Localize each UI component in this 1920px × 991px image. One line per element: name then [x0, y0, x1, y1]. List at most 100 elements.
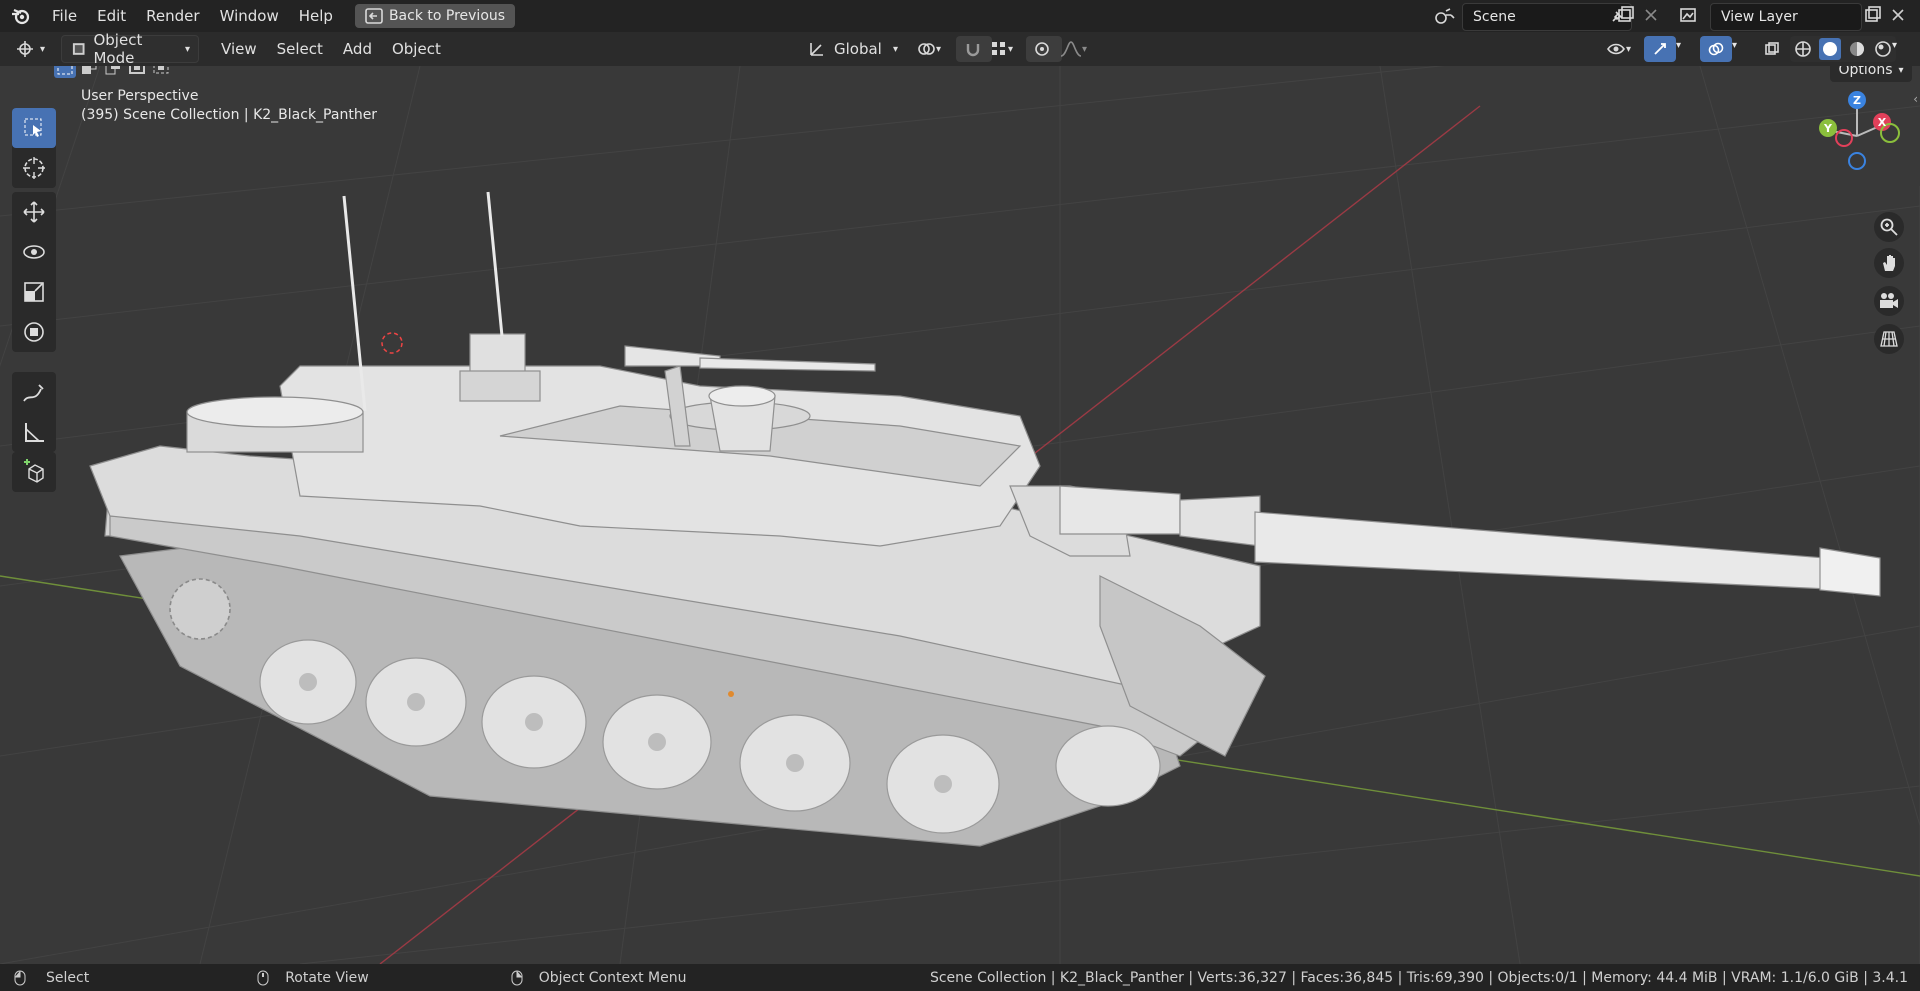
- pivot-point-icon: [918, 43, 935, 55]
- status-rotate-hint: Rotate View: [285, 969, 369, 986]
- menu-help[interactable]: Help: [289, 0, 343, 32]
- menu-view[interactable]: View: [213, 36, 265, 62]
- chevron-down-icon[interactable]: ▾: [1676, 40, 1681, 51]
- transform-orientation-dropdown[interactable]: Global ▾: [800, 36, 906, 62]
- snap-increment-icon: [992, 42, 1005, 55]
- zoom-button[interactable]: [1874, 212, 1904, 242]
- menu-select[interactable]: Select: [269, 36, 331, 62]
- camera-icon: [1880, 293, 1898, 308]
- scale-tool[interactable]: [12, 272, 56, 312]
- snap-target-dropdown[interactable]: ▾: [982, 36, 1021, 62]
- overlays-icon: [1708, 42, 1724, 56]
- grid-perspective-icon: [1880, 331, 1898, 347]
- transform-orientation-label: Global: [834, 40, 882, 58]
- viewport-header: ▾ Object Mode ▾ View Select Add Object G…: [0, 31, 1920, 67]
- delete-view-layer-icon[interactable]: [1890, 7, 1906, 23]
- menu-file[interactable]: File: [42, 0, 87, 32]
- pan-button[interactable]: [1874, 248, 1904, 278]
- chevron-down-icon: ▾: [185, 43, 191, 55]
- new-scene-icon[interactable]: [1617, 6, 1635, 24]
- chevron-down-icon: ▾: [1898, 66, 1904, 76]
- scale-icon: [24, 282, 44, 302]
- editor-type-button[interactable]: ▾: [8, 36, 53, 62]
- select-cursor-icon: [24, 118, 42, 137]
- select-subtract-icon[interactable]: [102, 66, 124, 78]
- pivot-point-dropdown[interactable]: ▾: [908, 36, 949, 62]
- chevron-down-icon: ▾: [936, 43, 942, 55]
- transform-icon: [24, 322, 44, 342]
- object-mode-label: Object Mode: [93, 31, 143, 67]
- material-shading-icon[interactable]: [1847, 39, 1867, 59]
- chevron-down-icon: ▾: [1626, 43, 1632, 55]
- scene-browse-button[interactable]: [1428, 3, 1460, 29]
- gizmo-icon: [1654, 43, 1666, 55]
- tank-model[interactable]: [0, 66, 1920, 964]
- measure-tool[interactable]: [12, 412, 56, 452]
- rotate-tool[interactable]: [12, 232, 56, 272]
- chevron-down-icon: ▾: [1008, 43, 1014, 55]
- wireframe-shading-icon[interactable]: [1793, 39, 1813, 59]
- annotate-tool[interactable]: [12, 372, 56, 412]
- rotate-icon: [23, 245, 45, 259]
- tool-shelf: [12, 108, 56, 188]
- new-view-layer-icon[interactable]: [1864, 6, 1882, 24]
- 3d-cursor-icon: [23, 157, 45, 179]
- mouse-left-icon: [14, 970, 26, 985]
- delete-scene-icon[interactable]: [1643, 7, 1659, 23]
- select-intersect-icon[interactable]: [150, 66, 172, 78]
- chevron-down-icon[interactable]: ▾: [1892, 40, 1897, 51]
- viewport-editor-icon: [17, 41, 33, 57]
- camera-view-button[interactable]: [1874, 286, 1904, 316]
- back-to-previous-label: Back to Previous: [388, 8, 506, 24]
- move-icon: [23, 201, 45, 223]
- select-extend-icon[interactable]: [78, 66, 100, 78]
- back-to-previous-button[interactable]: Back to Previous: [354, 4, 516, 28]
- 3d-viewport[interactable]: User Perspective (395) Scene Collection …: [0, 66, 1920, 964]
- rendered-shading-icon[interactable]: [1873, 39, 1893, 59]
- add-cube-icon: [24, 459, 44, 483]
- back-arrow-icon: [365, 8, 383, 24]
- transform-tools: [12, 192, 56, 352]
- visibility-dropdown[interactable]: ▾: [1598, 36, 1639, 62]
- view-layer-name-field[interactable]: View Layer: [1710, 3, 1862, 31]
- solid-shading-icon[interactable]: [1819, 38, 1841, 60]
- top-menu-bar: File Edit Render Window Help Back to Pre…: [0, 0, 1920, 32]
- menu-window[interactable]: Window: [210, 0, 289, 32]
- overlays-toggle[interactable]: [1700, 36, 1732, 62]
- gizmo-x-label: X: [1878, 116, 1887, 129]
- move-tool[interactable]: [12, 192, 56, 232]
- blender-logo-icon[interactable]: [10, 5, 32, 27]
- zoom-magnifier-icon: [1880, 218, 1898, 236]
- options-label: Options: [1838, 66, 1893, 78]
- chevron-down-icon: ▾: [40, 43, 46, 55]
- menu-edit[interactable]: Edit: [87, 0, 136, 32]
- add-cube-tool[interactable]: [12, 452, 56, 492]
- view-layer-browse-button[interactable]: [1672, 3, 1704, 29]
- menu-object[interactable]: Object: [384, 36, 449, 62]
- menu-render[interactable]: Render: [136, 0, 209, 32]
- transform-tool[interactable]: [12, 312, 56, 352]
- scene-name-field[interactable]: Scene: [1462, 3, 1632, 31]
- menu-add[interactable]: Add: [335, 36, 380, 62]
- status-context-hint: Object Context Menu: [538, 969, 687, 986]
- annotate-pencil-icon: [23, 384, 44, 402]
- sidebar-toggle-icon[interactable]: ‹: [1913, 92, 1918, 106]
- select-new-icon[interactable]: [54, 66, 76, 78]
- options-dropdown[interactable]: Options ▾: [1830, 66, 1912, 82]
- magnet-icon: [966, 44, 980, 57]
- object-mode-dropdown[interactable]: Object Mode ▾: [61, 31, 200, 67]
- mouse-middle-icon: [257, 970, 269, 985]
- viewport-collection-info: (395) Scene Collection | K2_Black_Panthe…: [81, 107, 378, 123]
- hand-icon: [1883, 255, 1895, 271]
- select-invert-icon[interactable]: [126, 66, 148, 78]
- cursor-tool[interactable]: [12, 148, 56, 188]
- select-box-tool[interactable]: [12, 108, 56, 148]
- gizmo-toggle[interactable]: [1644, 36, 1676, 62]
- perspective-toggle-button[interactable]: [1874, 324, 1904, 354]
- chevron-down-icon[interactable]: ▾: [1732, 40, 1737, 51]
- chevron-down-icon: ▾: [1082, 43, 1088, 55]
- proportional-falloff-dropdown[interactable]: ▾: [1052, 36, 1095, 62]
- xray-toggle[interactable]: [1756, 36, 1788, 62]
- chevron-down-icon: ▾: [892, 43, 898, 55]
- navigation-gizmo[interactable]: Z X Y: [1802, 86, 1912, 186]
